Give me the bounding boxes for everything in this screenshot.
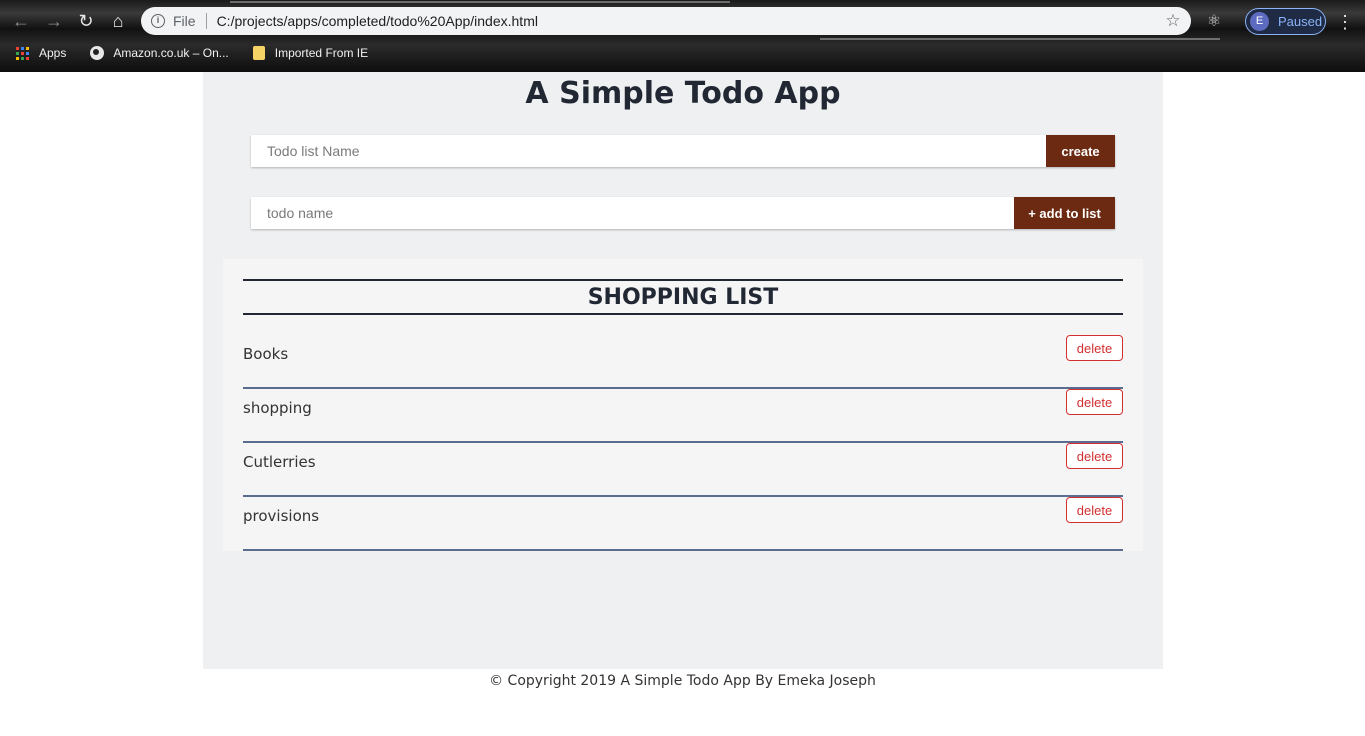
avatar: E xyxy=(1250,12,1269,31)
background-streak xyxy=(820,38,1220,40)
profile-button[interactable]: E Paused xyxy=(1245,8,1326,35)
bookmark-label: Apps xyxy=(39,46,67,60)
url-scheme-label: File xyxy=(173,13,196,29)
add-to-list-button[interactable]: + add to list xyxy=(1014,197,1115,229)
list-item: provisions delete xyxy=(243,497,1123,551)
todo-name: Cutlerries xyxy=(243,453,316,471)
page-title: A Simple Todo App xyxy=(525,76,841,111)
address-bar[interactable]: i File C:/projects/apps/completed/todo%2… xyxy=(141,7,1191,35)
list-item: Cutlerries delete xyxy=(243,443,1123,497)
bookmark-imported-from-ie[interactable]: Imported From IE xyxy=(252,46,369,60)
bookmark-label: Amazon.co.uk – On... xyxy=(113,46,229,60)
list-title: SHOPPING LIST xyxy=(243,279,1123,315)
bookmark-amazon[interactable]: Amazon.co.uk – On... xyxy=(90,46,229,60)
app-container: A Simple Todo App create + add to list S… xyxy=(203,72,1163,669)
todo-list-panel: SHOPPING LIST Books delete shopping dele… xyxy=(223,259,1143,551)
divider xyxy=(205,13,207,29)
home-icon[interactable]: ⌂ xyxy=(105,8,131,34)
todo-name: Books xyxy=(243,345,289,363)
bookmark-star-icon[interactable]: ☆ xyxy=(1163,11,1183,31)
todo-name: shopping xyxy=(243,399,312,417)
create-list-form: create xyxy=(251,135,1115,167)
todo-items: Books delete shopping delete Cutlerries … xyxy=(243,335,1123,551)
url-text[interactable]: C:/projects/apps/completed/todo%20App/in… xyxy=(217,13,1163,29)
browser-toolbar: ← → ↻ ⌂ i File C:/projects/apps/complete… xyxy=(0,5,1365,37)
profile-status: Paused xyxy=(1278,14,1323,29)
create-button[interactable]: create xyxy=(1046,135,1115,167)
delete-button[interactable]: delete xyxy=(1066,497,1123,523)
delete-button[interactable]: delete xyxy=(1066,335,1123,361)
bookmark-apps[interactable]: Apps xyxy=(16,46,66,60)
todo-name-input[interactable] xyxy=(251,197,1014,229)
browser-chrome: ← → ↻ ⌂ i File C:/projects/apps/complete… xyxy=(0,0,1365,72)
list-name-input[interactable] xyxy=(251,135,1046,167)
delete-button[interactable]: delete xyxy=(1066,389,1123,415)
globe-icon xyxy=(90,46,105,60)
list-item: shopping delete xyxy=(243,389,1123,443)
delete-button[interactable]: delete xyxy=(1066,443,1123,469)
todo-name: provisions xyxy=(243,507,320,525)
react-devtools-icon[interactable]: ⚛ xyxy=(1203,11,1225,33)
footer-copyright: © Copyright 2019 A Simple Todo App By Em… xyxy=(489,673,876,689)
bookmarks-bar: Apps Amazon.co.uk – On... Imported From … xyxy=(0,42,392,64)
background-streak xyxy=(230,1,730,3)
info-icon[interactable]: i xyxy=(151,14,165,28)
more-menu-icon[interactable]: ⋮ xyxy=(1336,11,1354,33)
add-todo-form: + add to list xyxy=(251,197,1115,229)
bookmark-label: Imported From IE xyxy=(274,46,369,60)
apps-grid-icon xyxy=(16,46,29,60)
forward-arrow-icon[interactable]: → xyxy=(41,8,67,34)
folder-icon xyxy=(252,46,265,60)
reload-icon[interactable]: ↻ xyxy=(73,8,99,34)
back-arrow-icon[interactable]: ← xyxy=(8,8,34,34)
list-item: Books delete xyxy=(243,335,1123,389)
